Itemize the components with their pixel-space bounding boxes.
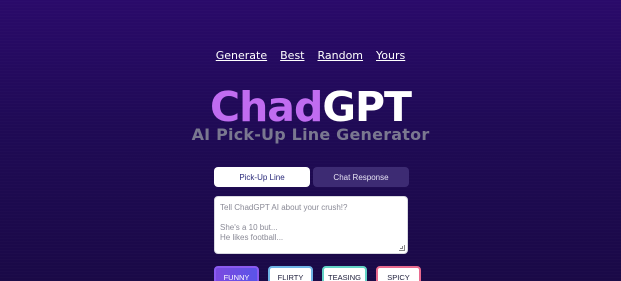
logo-chad: Chad	[210, 83, 323, 131]
tab-pick-up-line[interactable]: Pick-Up Line	[214, 167, 310, 187]
nav-link-yours[interactable]: Yours	[376, 49, 405, 62]
style-spicy-button[interactable]: SPICY	[376, 266, 421, 281]
crush-description-textarea[interactable]: Tell ChadGPT AI about your crush!? She's…	[214, 196, 408, 254]
nav-link-best[interactable]: Best	[280, 49, 304, 62]
nav-link-random[interactable]: Random	[317, 49, 363, 62]
nav-link-generate[interactable]: Generate	[216, 49, 267, 62]
top-nav: Generate Best Random Yours	[0, 49, 621, 62]
placeholder-line-2: She's a 10 but...	[220, 223, 278, 232]
logo-gpt: GPT	[322, 83, 412, 131]
style-flirty-button[interactable]: FLIRTY	[268, 266, 313, 281]
placeholder-line-3: He likes football...	[220, 233, 284, 242]
mode-tabs: Pick-Up Line Chat Response	[214, 167, 409, 187]
page-subtitle: AI Pick-Up Line Generator	[191, 125, 430, 144]
style-teasing-button[interactable]: TEASING	[322, 266, 367, 281]
style-buttons: FUNNY FLIRTY TEASING SPICY	[214, 266, 421, 281]
tab-chat-response[interactable]: Chat Response	[313, 167, 409, 187]
placeholder-line-1: Tell ChadGPT AI about your crush!?	[220, 203, 348, 212]
style-funny-button[interactable]: FUNNY	[214, 266, 259, 281]
resize-handle-icon[interactable]	[399, 245, 405, 251]
app-logo: ChadGPT	[0, 84, 621, 130]
